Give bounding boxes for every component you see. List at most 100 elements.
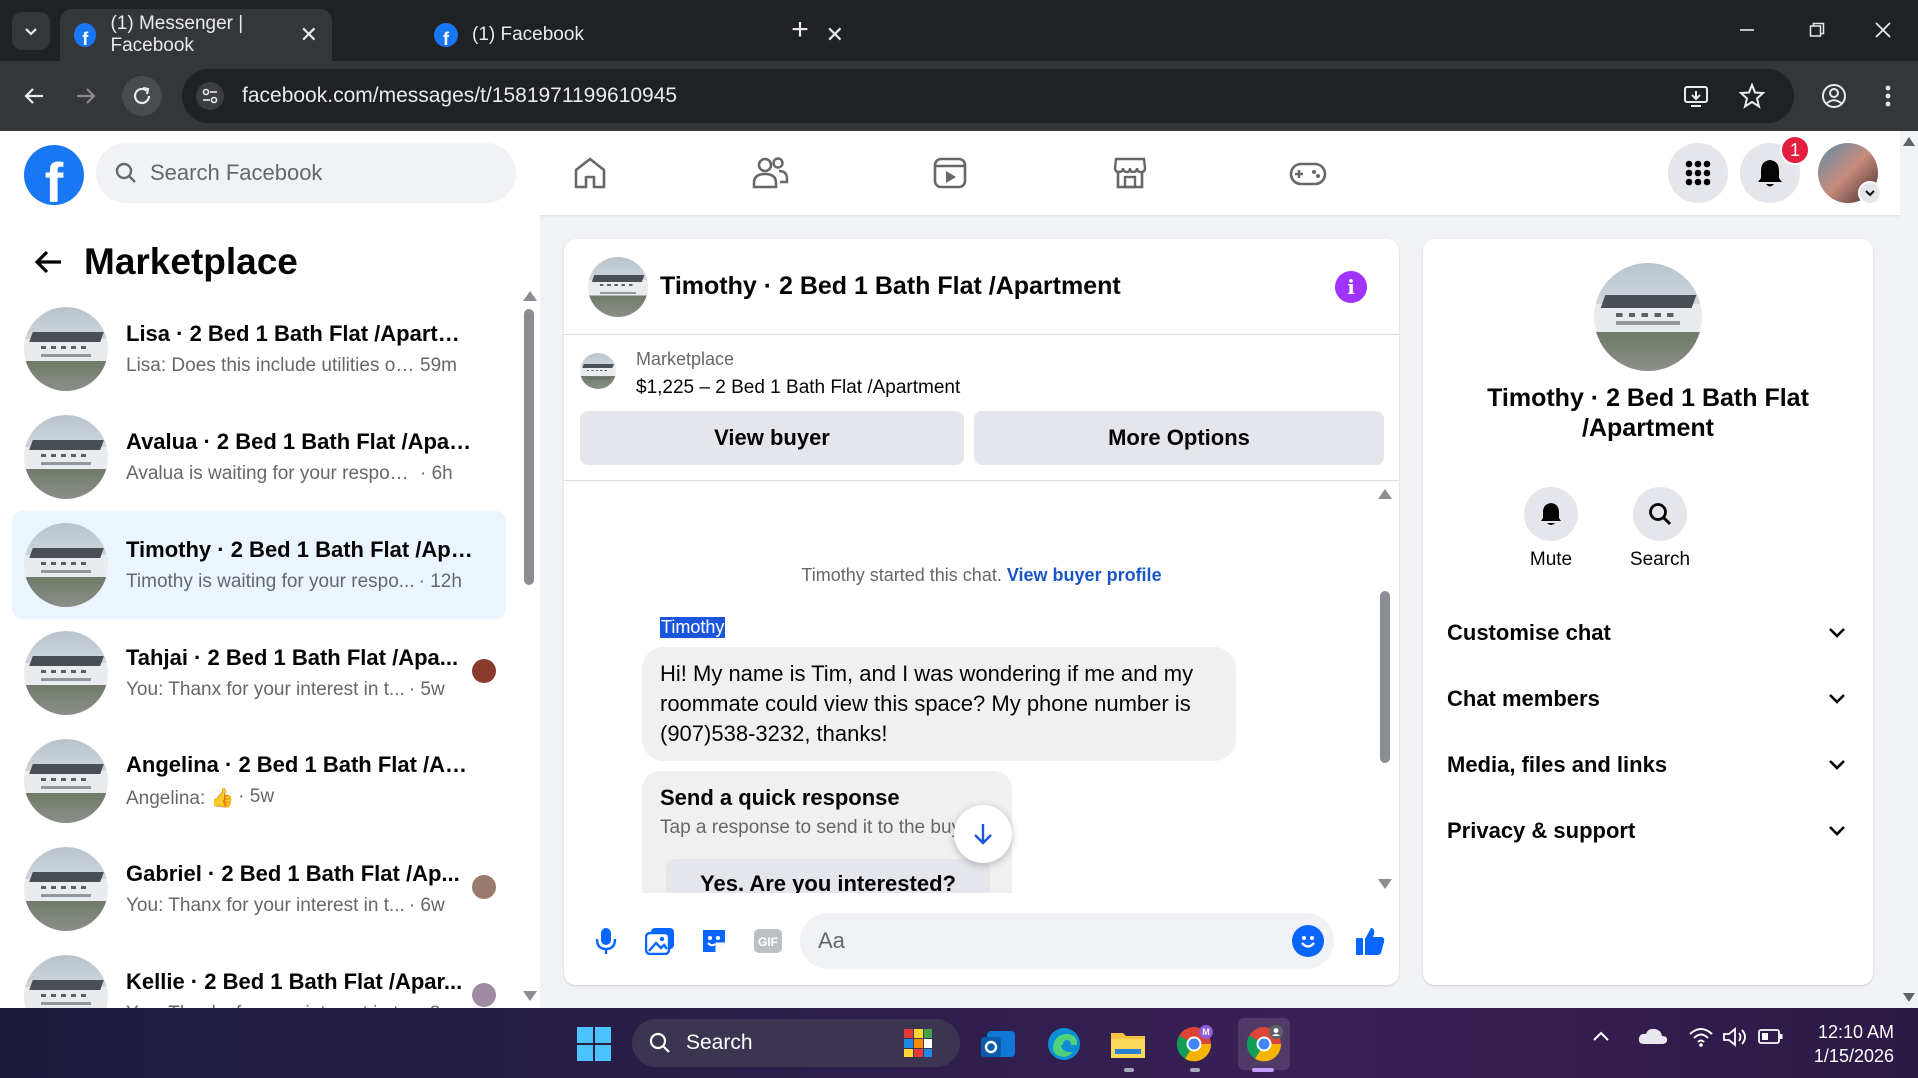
mute-button[interactable]: Mute — [1506, 487, 1596, 571]
close-tab-icon[interactable]: ✕ — [300, 22, 318, 48]
show-hidden-icons-button[interactable] — [1592, 1030, 1610, 1042]
restore-button[interactable] — [1794, 12, 1840, 48]
forward-button[interactable] — [66, 76, 106, 116]
bookmark-star-icon[interactable] — [1738, 82, 1766, 115]
info-icon[interactable]: i — [1335, 271, 1367, 303]
chevron-down-icon — [25, 28, 37, 36]
chat-members-section[interactable]: Chat members — [1447, 679, 1849, 719]
preview-time: · 5w — [408, 679, 445, 700]
nav-home[interactable] — [570, 153, 610, 193]
conversation-item[interactable]: Angelina · 2 Bed 1 Bath Flat /Ap... Angel… — [12, 727, 506, 835]
scroll-thumb[interactable] — [1380, 591, 1390, 763]
section-label: Media, files and links — [1447, 752, 1668, 777]
browser-tab-messenger[interactable]: f (1) Messenger | Facebook ✕ — [60, 9, 332, 61]
address-bar[interactable]: facebook.com/messages/t/1581971199610945 — [182, 69, 1794, 123]
conversation-avatar[interactable] — [1594, 263, 1702, 371]
conversation-item[interactable]: Avalua · 2 Bed 1 Bath Flat /Apart... Aval… — [12, 403, 506, 511]
microphone-icon[interactable] — [588, 923, 624, 959]
emoji-icon[interactable] — [1292, 925, 1324, 957]
onedrive-icon[interactable] — [1638, 1026, 1668, 1046]
profile-button[interactable] — [1814, 76, 1854, 116]
browser-menu-button[interactable] — [1868, 76, 1908, 116]
back-button[interactable] — [14, 76, 54, 116]
chat-header: Timothy · 2 Bed 1 Bath Flat /Apartment i — [564, 239, 1399, 335]
battery-icon[interactable] — [1758, 1028, 1784, 1046]
chat-title[interactable]: Timothy · 2 Bed 1 Bath Flat /Apartment — [660, 272, 1121, 301]
bell-icon — [1758, 160, 1782, 187]
page-scrollbar[interactable] — [1900, 131, 1918, 1008]
edge-app-icon[interactable] — [1042, 1022, 1086, 1066]
chat-scrollbar[interactable] — [1378, 489, 1392, 889]
message-input[interactable] — [818, 928, 1268, 954]
nav-friends[interactable] — [750, 153, 790, 193]
customise-chat-section[interactable]: Customise chat — [1447, 613, 1849, 653]
nav-video[interactable] — [930, 153, 970, 193]
privacy-support-section[interactable]: Privacy & support — [1447, 811, 1849, 851]
facebook-logo[interactable]: f — [24, 145, 84, 205]
view-buyer-button[interactable]: View buyer — [580, 411, 964, 465]
system-clock[interactable]: 12:10 AM 1/15/2026 — [1804, 1020, 1894, 1068]
file-explorer-icon[interactable] — [1106, 1022, 1150, 1066]
nav-marketplace[interactable] — [1110, 153, 1150, 193]
conversation-item[interactable]: Kellie · 2 Bed 1 Bath Flat /Apar...You: … — [12, 943, 506, 1008]
scroll-up-arrow-icon[interactable] — [523, 291, 537, 301]
install-app-icon[interactable] — [1682, 82, 1710, 115]
listing-thumbnail[interactable] — [580, 353, 616, 389]
view-buyer-profile-link[interactable]: View buyer profile — [1007, 565, 1162, 585]
sticker-icon[interactable] — [696, 923, 732, 959]
site-info-icon[interactable] — [196, 82, 224, 110]
volume-icon[interactable] — [1722, 1026, 1750, 1048]
account-avatar[interactable] — [1818, 143, 1882, 205]
scroll-down-arrow-icon[interactable] — [1378, 879, 1392, 889]
scroll-up-arrow-icon[interactable] — [1378, 489, 1392, 499]
close-tab-icon[interactable]: ✕ — [826, 22, 844, 48]
scroll-down-arrow-icon[interactable] — [1903, 993, 1915, 1002]
quick-response-option[interactable]: Yes. Are you interested? — [666, 859, 990, 893]
search-input[interactable] — [150, 160, 490, 186]
message-input-box[interactable] — [800, 913, 1334, 969]
running-indicator — [1252, 1068, 1274, 1072]
chat-avatar[interactable] — [588, 256, 648, 317]
photo-gallery-icon[interactable] — [642, 923, 678, 959]
more-options-button[interactable]: More Options — [974, 411, 1384, 465]
outlook-app-icon[interactable] — [976, 1022, 1020, 1066]
conversation-item[interactable]: Gabriel · 2 Bed 1 Bath Flat /Ap... You: T… — [12, 835, 506, 943]
search-in-conversation-button[interactable]: Search — [1615, 487, 1705, 571]
listing-price-title[interactable]: $1,225 – 2 Bed 1 Bath Flat /Apartment — [636, 377, 960, 399]
conversation-preview: Timothy is waiting for your respo... · 12… — [126, 571, 476, 593]
conversation-item[interactable]: Timothy · 2 Bed 1 Bath Flat /Apa... Timot… — [12, 511, 506, 619]
start-button[interactable] — [572, 1022, 616, 1066]
close-window-button[interactable] — [1860, 12, 1906, 48]
menu-grid-button[interactable] — [1668, 143, 1728, 203]
minimize-button[interactable] — [1724, 12, 1770, 48]
wifi-icon[interactable] — [1688, 1026, 1714, 1048]
scroll-thumb[interactable] — [524, 309, 534, 585]
gaming-icon — [1289, 162, 1327, 186]
facebook-search[interactable] — [96, 143, 516, 203]
section-label: Privacy & support — [1447, 818, 1636, 843]
back-arrow-button[interactable] — [28, 242, 68, 282]
message-bubble[interactable]: Hi! My name is Tim, and I was wondering … — [642, 647, 1236, 761]
chevron-down-icon — [1825, 753, 1849, 777]
chevron-down-icon — [1858, 181, 1882, 205]
reload-button[interactable] — [122, 76, 162, 116]
taskbar-search[interactable]: Search — [632, 1019, 960, 1067]
conversation-avatar — [24, 415, 108, 499]
browser-tab-facebook[interactable]: f (1) Facebook ✕ — [420, 9, 844, 61]
conversation-item[interactable]: Tahjai · 2 Bed 1 Bath Flat /Apa... You: T… — [12, 619, 506, 727]
scroll-down-arrow-icon[interactable] — [523, 991, 537, 1001]
chrome-app-icon[interactable]: M — [1172, 1022, 1216, 1066]
nav-gaming[interactable] — [1288, 153, 1328, 193]
scroll-up-arrow-icon[interactable] — [1903, 137, 1915, 146]
new-tab-button[interactable]: + — [782, 12, 818, 48]
scroll-to-bottom-button[interactable] — [954, 805, 1012, 863]
gif-icon[interactable]: GIF — [750, 923, 786, 959]
tab-search-button[interactable] — [12, 12, 50, 50]
thumbs-up-icon[interactable] — [1350, 923, 1390, 959]
conversation-list: Lisa · 2 Bed 1 Bath Flat /Apartme... Lisa… — [12, 295, 506, 1008]
media-files-links-section[interactable]: Media, files and links — [1447, 745, 1849, 785]
sidebar-scrollbar[interactable] — [522, 291, 537, 1001]
conversation-item[interactable]: Lisa · 2 Bed 1 Bath Flat /Apartme... Lisa… — [12, 295, 506, 403]
section-label: Chat members — [1447, 686, 1600, 711]
chrome-active-app-icon[interactable] — [1238, 1018, 1290, 1070]
